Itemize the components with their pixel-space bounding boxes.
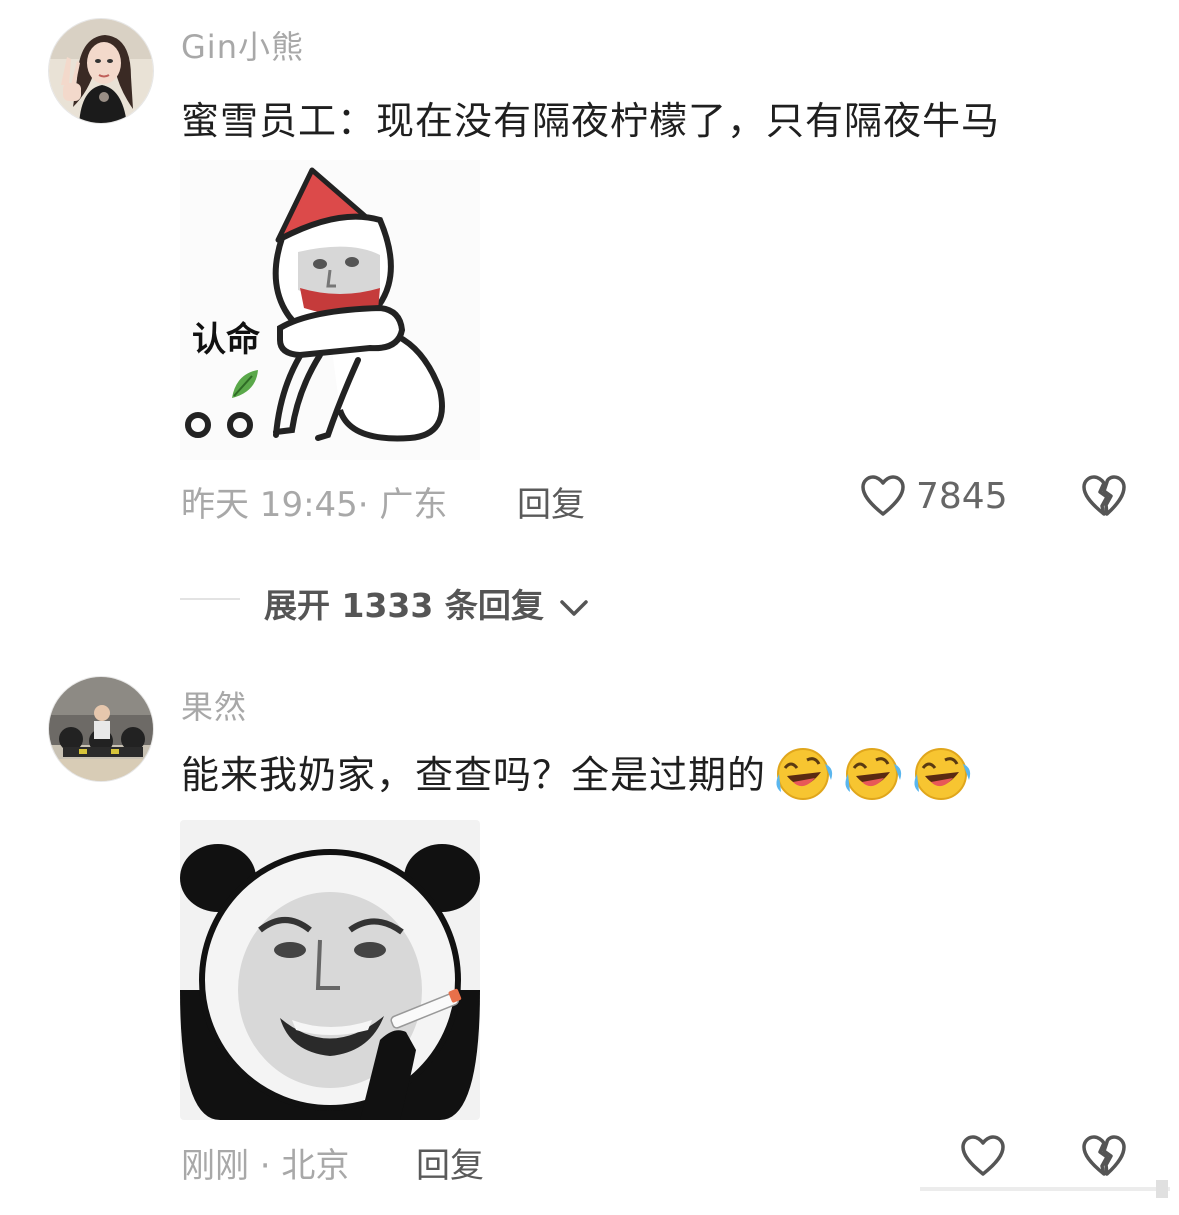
rolling-laughing-emoji-icon (773, 746, 833, 802)
broken-heart-icon[interactable] (1080, 1134, 1128, 1178)
sticker-image[interactable] (180, 820, 480, 1120)
divider (180, 598, 240, 600)
username[interactable]: 果然 (181, 682, 247, 728)
heart-outline-icon[interactable] (860, 474, 906, 518)
reply-button[interactable]: 回复 (517, 477, 585, 526)
sticker-caption: 认命 (192, 320, 260, 360)
avatar[interactable] (48, 676, 154, 782)
chevron-down-icon (559, 598, 589, 618)
rolling-laughing-emoji-icon (911, 746, 971, 802)
sticker-image[interactable]: 认命 (180, 160, 480, 460)
watermark (920, 1178, 1170, 1200)
comment-text: 蜜雪员工：现在没有隔夜柠檬了，只有隔夜牛马 (181, 99, 1001, 143)
broken-heart-icon[interactable] (1080, 474, 1128, 518)
reply-button[interactable]: 回复 (416, 1138, 484, 1187)
like-count: 7845 (916, 476, 1008, 517)
comment-text: 能来我奶家，查查吗？全是过期的 (181, 753, 767, 797)
rolling-laughing-emoji-icon (842, 746, 902, 802)
comment-body: 能来我奶家，查查吗？全是过期的 (181, 744, 971, 802)
comment-meta: 刚刚 · 北京 (181, 1146, 350, 1186)
heart-outline-icon[interactable] (960, 1134, 1006, 1178)
comment-meta: 昨天 19:45· 广东 (181, 485, 448, 525)
expand-replies-label: 展开 1333 条回复 (264, 586, 544, 625)
avatar[interactable] (48, 18, 154, 124)
expand-replies-button[interactable]: 展开 1333 条回复 (264, 579, 589, 627)
username[interactable]: Gin小熊 (181, 22, 304, 68)
